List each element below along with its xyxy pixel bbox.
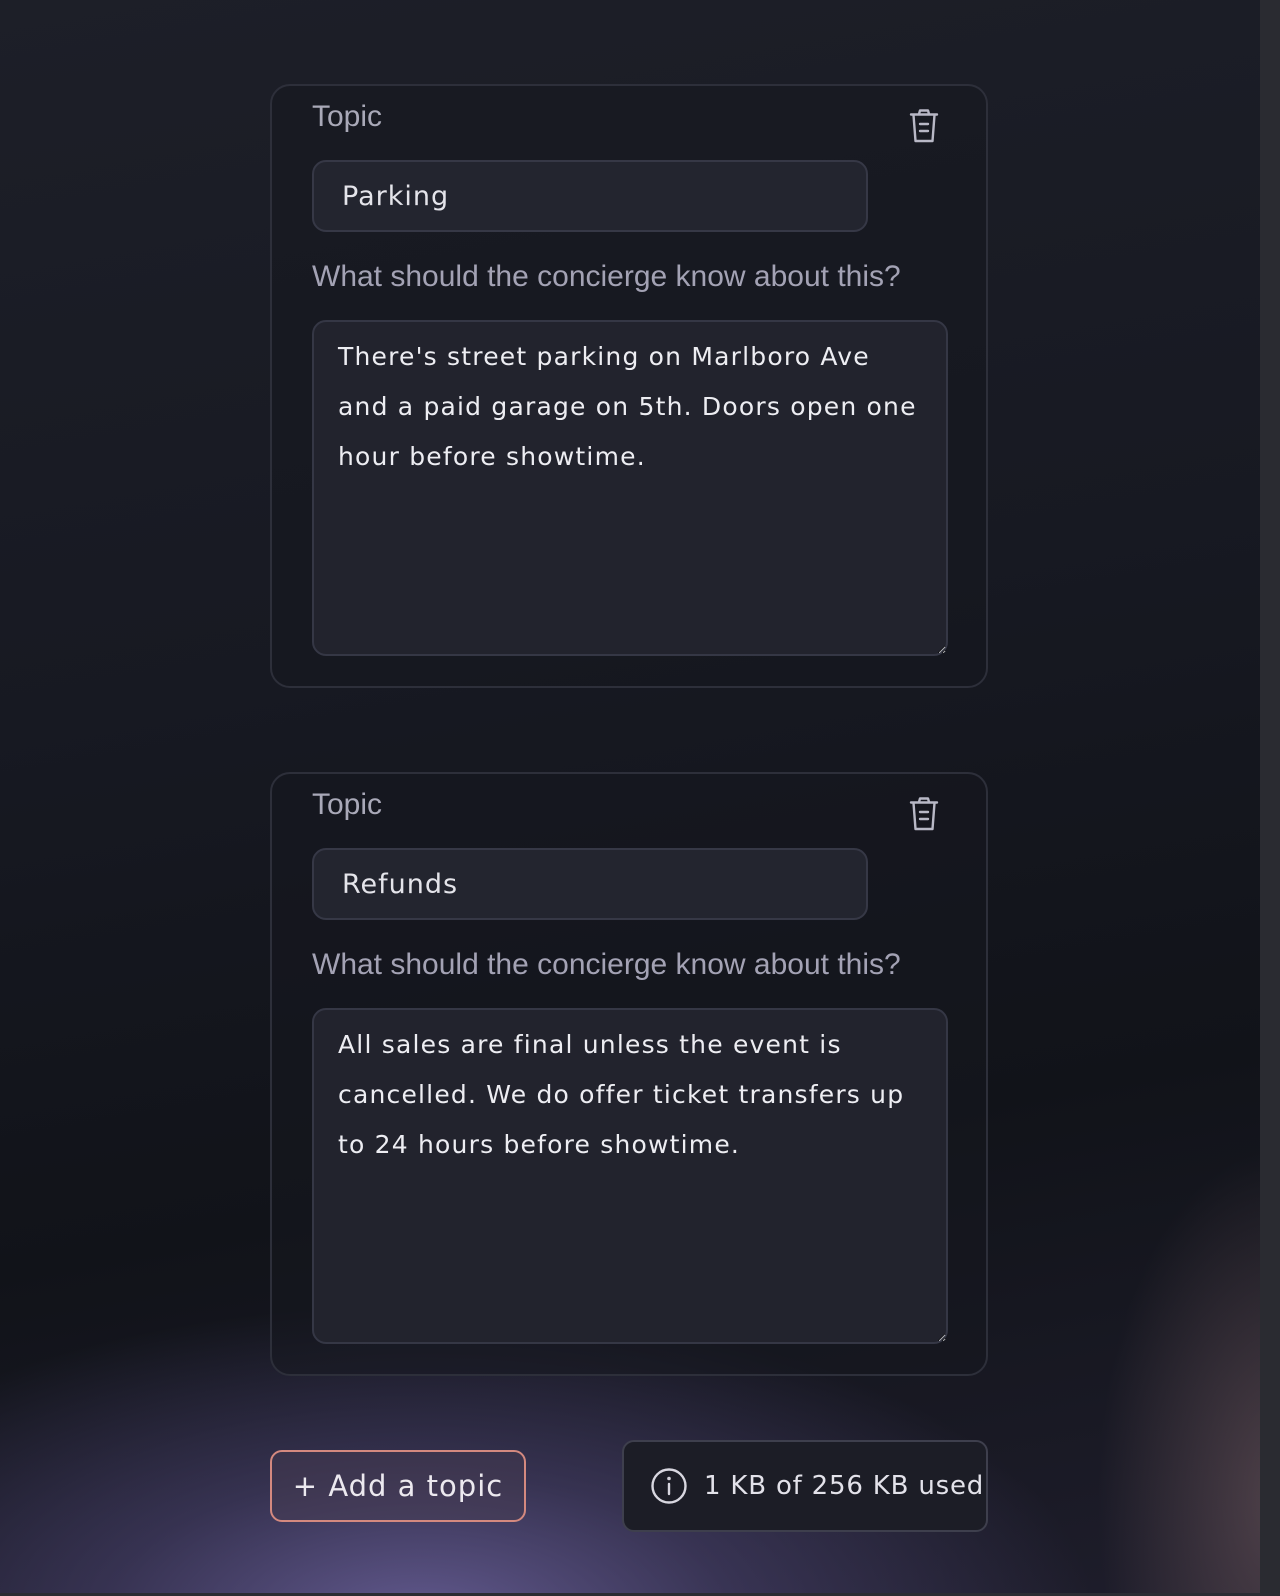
topic-name-input[interactable] bbox=[312, 848, 868, 920]
trash-icon bbox=[909, 109, 939, 143]
storage-usage-text: 1 KB of 256 KB used bbox=[704, 1471, 985, 1501]
topic-label: Topic bbox=[312, 788, 383, 821]
delete-topic-button[interactable] bbox=[904, 794, 944, 834]
concierge-answer-textarea[interactable]: There's street parking on Marlboro Ave a… bbox=[312, 320, 948, 656]
topic-card: Topic What should the concierge know abo… bbox=[270, 84, 988, 688]
concierge-question-label: What should the concierge know about thi… bbox=[312, 948, 901, 981]
scrollbar-track[interactable] bbox=[1260, 0, 1280, 1596]
concierge-question-label: What should the concierge know about thi… bbox=[312, 260, 901, 293]
concierge-answer-textarea[interactable]: All sales are final unless the event is … bbox=[312, 1008, 948, 1344]
delete-topic-button[interactable] bbox=[904, 106, 944, 146]
topic-name-input[interactable] bbox=[312, 160, 868, 232]
trash-icon bbox=[909, 797, 939, 831]
info-icon bbox=[650, 1467, 688, 1505]
storage-usage-badge: 1 KB of 256 KB used bbox=[622, 1440, 988, 1532]
topic-label: Topic bbox=[312, 100, 383, 133]
topic-card: Topic What should the concierge know abo… bbox=[270, 772, 988, 1376]
add-topic-button[interactable]: + Add a topic bbox=[270, 1450, 526, 1522]
